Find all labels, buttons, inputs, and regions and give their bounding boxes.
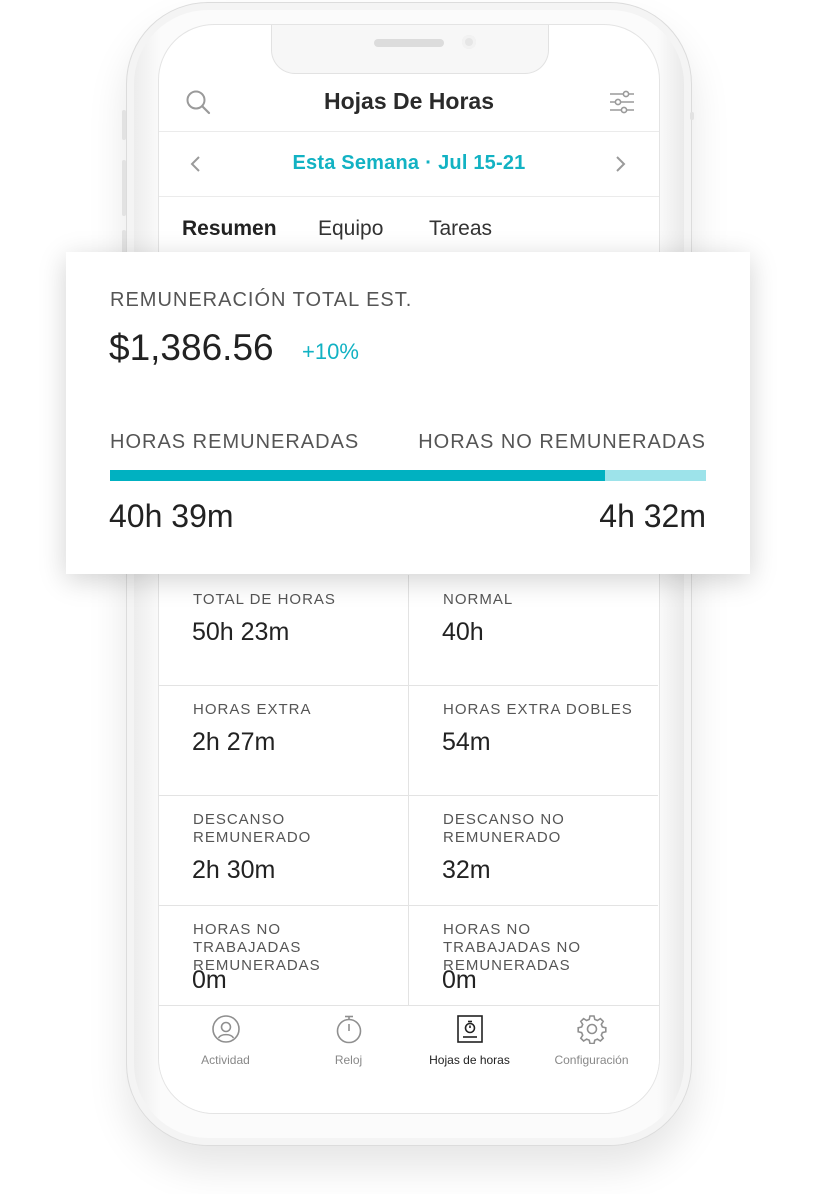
stat-cell: NORMAL 40h <box>409 575 658 686</box>
separator-dot: · <box>425 152 433 174</box>
tab-resumen[interactable]: Resumen <box>182 217 277 241</box>
paid-hours-fill <box>110 470 605 481</box>
total-pay-value: $1,386.56 <box>109 327 274 368</box>
hours-progress-bar <box>110 470 706 481</box>
stat-label: DESCANSO NO REMUNERADO <box>443 811 565 846</box>
nav-label: Actividad <box>201 1053 250 1067</box>
tab-bar: Resumen Equipo Tareas <box>159 197 659 257</box>
timesheet-icon <box>407 1014 532 1049</box>
nav-reloj[interactable]: Reloj <box>286 1014 411 1067</box>
stat-value: 54m <box>442 728 491 756</box>
phone-side-button <box>122 110 126 140</box>
stat-label: TOTAL DE HORAS <box>193 591 336 608</box>
phone-volume-up <box>122 160 126 216</box>
speaker <box>374 39 444 47</box>
stat-cell: TOTAL DE HORAS 50h 23m <box>159 575 409 686</box>
stat-value: 0m <box>442 966 477 994</box>
stat-cell: DESCANSO NO REMUNERADO 32m <box>409 795 658 906</box>
stat-value: 50h 23m <box>192 618 290 646</box>
nav-label: Hojas de horas <box>429 1053 510 1067</box>
nav-actividad[interactable]: Actividad <box>163 1014 288 1067</box>
stat-cell: HORAS NO TRABAJADAS NO REMUNERADAS 0m <box>409 905 658 1016</box>
paid-hours-label: HORAS REMUNERADAS <box>110 431 360 453</box>
app-header: Hojas De Horas <box>159 75 659 132</box>
stat-cell: HORAS EXTRA 2h 27m <box>159 685 409 796</box>
period-label: Esta Semana <box>292 152 420 174</box>
total-pay-label: REMUNERACIÓN TOTAL EST. <box>110 289 413 311</box>
stat-cell: HORAS EXTRA DOBLES 54m <box>409 685 658 796</box>
stat-label: DESCANSO REMUNERADO <box>193 811 312 846</box>
stat-value: 0m <box>192 966 227 994</box>
paid-hours-value: 40h 39m <box>109 498 234 534</box>
tab-equipo[interactable]: Equipo <box>318 217 383 241</box>
stopwatch-icon <box>286 1014 411 1049</box>
pay-change-badge: +10% <box>302 339 359 364</box>
stat-value: 40h <box>442 618 484 646</box>
unpaid-hours-label: HORAS NO REMUNERADAS <box>418 431 706 453</box>
tab-tareas[interactable]: Tareas <box>429 217 492 241</box>
stat-label: NORMAL <box>443 591 514 608</box>
stat-label: HORAS EXTRA DOBLES <box>443 701 633 718</box>
phone-power-button <box>690 112 694 120</box>
stat-cell: HORAS NO TRABAJADAS REMUNERADAS 0m <box>159 905 409 1016</box>
filter-sliders-icon[interactable] <box>609 89 635 120</box>
phone-notch <box>271 25 549 74</box>
camera <box>462 35 476 49</box>
stat-value: 2h 30m <box>192 856 276 884</box>
stat-value: 32m <box>442 856 491 884</box>
user-circle-icon <box>163 1014 288 1049</box>
stat-label: HORAS EXTRA <box>193 701 312 718</box>
bottom-nav: Actividad Reloj Hojas de horas Configura… <box>159 1005 659 1113</box>
nav-configuracion[interactable]: Configuración <box>529 1014 654 1067</box>
page-title: Hojas De Horas <box>323 88 494 114</box>
chevron-right-icon[interactable] <box>613 154 627 179</box>
date-navigator: Esta Semana · Jul 15-21 <box>159 132 659 197</box>
stat-cell: DESCANSO REMUNERADO 2h 30m <box>159 795 409 906</box>
nav-hojas-de-horas[interactable]: Hojas de horas <box>407 1014 532 1067</box>
nav-label: Reloj <box>334 1053 363 1067</box>
summary-card: REMUNERACIÓN TOTAL EST. $1,386.56 +10% H… <box>66 252 750 574</box>
stat-value: 2h 27m <box>192 728 276 756</box>
gear-icon <box>529 1014 654 1049</box>
unpaid-hours-value: 4h 32m <box>599 498 706 534</box>
date-range: Jul 15-21 <box>438 152 526 174</box>
nav-label: Configuración <box>554 1053 629 1067</box>
date-range-label[interactable]: Esta Semana · Jul 15-21 <box>159 152 659 175</box>
